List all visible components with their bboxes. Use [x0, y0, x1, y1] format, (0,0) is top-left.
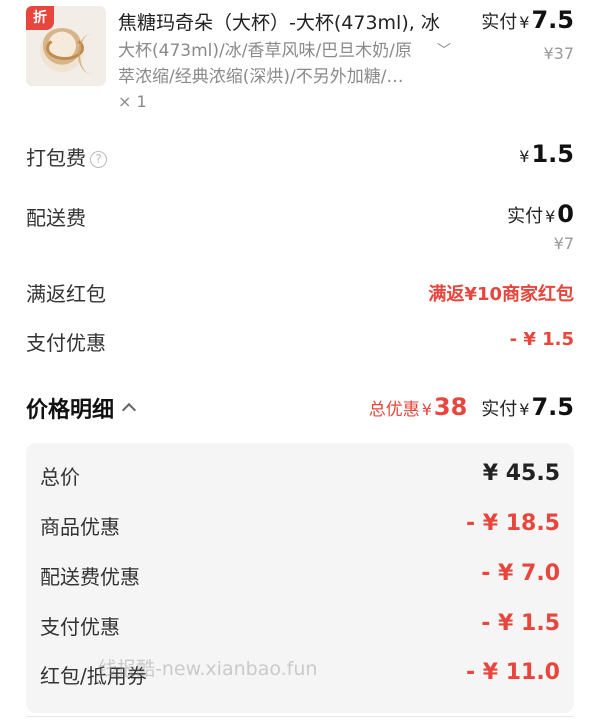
detail-label: 商品优惠 [40, 515, 120, 539]
watermark: 线报酷-new.xianbao.fun [98, 658, 318, 680]
paid-label: 实付 [481, 12, 518, 33]
product-spec-line1: 大杯(473ml)/冰/香草风味/巴旦木奶/原 [118, 41, 412, 61]
rebate-value: 满返¥10商家红包 [428, 284, 574, 305]
summary-paid-amount: 7.5 [531, 393, 574, 421]
detail-row-delivery-discount: 配送费优惠 - ¥ 7.0 [40, 561, 560, 591]
detail-row-total: 总价 ¥ 45.5 [40, 461, 560, 491]
detail-row-product-discount: 商品优惠 - ¥ 18.5 [40, 511, 560, 541]
product-title: 焦糖玛奇朵（大杯）-大杯(473ml), 冰 [118, 12, 440, 34]
chevron-down-icon[interactable]: ﹀ [437, 40, 451, 60]
rebate-label: 满返红包 [26, 282, 106, 306]
detail-value: - ¥ 11.0 [465, 660, 560, 685]
currency-symbol: ¥ [545, 207, 556, 226]
chevron-up-icon [121, 402, 137, 418]
payment-discount-label: 支付优惠 [26, 331, 106, 355]
detail-row-payment-discount: 支付优惠 - ¥ 1.5 [40, 611, 560, 641]
delivery-paid-label: 实付 [507, 206, 544, 227]
detail-value: - ¥ 18.5 [465, 511, 560, 536]
delivery-original-price: ¥7 [553, 234, 574, 253]
decoration-branch [78, 34, 104, 74]
payment-discount-value: - ¥ 1.5 [509, 329, 574, 350]
detail-value: ¥ 45.5 [482, 461, 560, 486]
delivery-fee-label: 配送费 [26, 206, 86, 230]
product-paid-price: 实付 ¥7.5 [481, 6, 574, 34]
total-discount-label: 总优惠 [368, 400, 420, 420]
product-spec[interactable]: 大杯(473ml)/冰/香草风味/巴旦木奶/原 萃浓缩/经典浓缩(深烘)/不另外… [118, 38, 443, 90]
packing-fee-text: 打包费 [26, 146, 86, 170]
original-price: ¥37 [543, 44, 574, 63]
total-discount-amount: 38 [433, 393, 468, 421]
currency-symbol: ¥ [421, 400, 432, 419]
product-quantity: × 1 [118, 92, 147, 111]
summary-paid-label: 实付 [481, 399, 518, 420]
packing-fee-amount: 1.5 [531, 140, 574, 168]
currency-symbol: ¥ [519, 147, 530, 166]
order-item[interactable]: 折 焦糖玛奇朵（大杯）-大杯(473ml), 冰 大杯(473ml)/冰/香草风… [0, 0, 600, 120]
price-detail-title: 价格明细 [26, 398, 115, 423]
summary-totals: 总优惠 ¥38 实付 ¥7.5 [369, 393, 574, 421]
delivery-fee-amount: 0 [557, 200, 574, 228]
product-spec-line2: 萃浓缩/经典浓缩(深烘)/不另外加糖/… [118, 67, 404, 87]
delivery-fee-value: 实付 ¥0 [507, 200, 574, 228]
discount-badge: 折 [26, 6, 54, 30]
detail-value: - ¥ 7.0 [481, 561, 560, 586]
currency-symbol: ¥ [519, 13, 530, 32]
price-detail-toggle[interactable]: 价格明细 [26, 392, 137, 424]
detail-label: 总价 [40, 465, 80, 489]
packing-fee-label: 打包费? [26, 142, 107, 171]
currency-symbol: ¥ [519, 400, 530, 419]
paid-amount: 7.5 [531, 6, 574, 34]
detail-label: 支付优惠 [40, 615, 120, 639]
divider [26, 716, 574, 724]
detail-label: 配送费优惠 [40, 565, 140, 589]
detail-value: - ¥ 1.5 [481, 611, 560, 636]
help-icon[interactable]: ? [90, 151, 107, 168]
packing-fee-value: ¥1.5 [517, 140, 574, 168]
